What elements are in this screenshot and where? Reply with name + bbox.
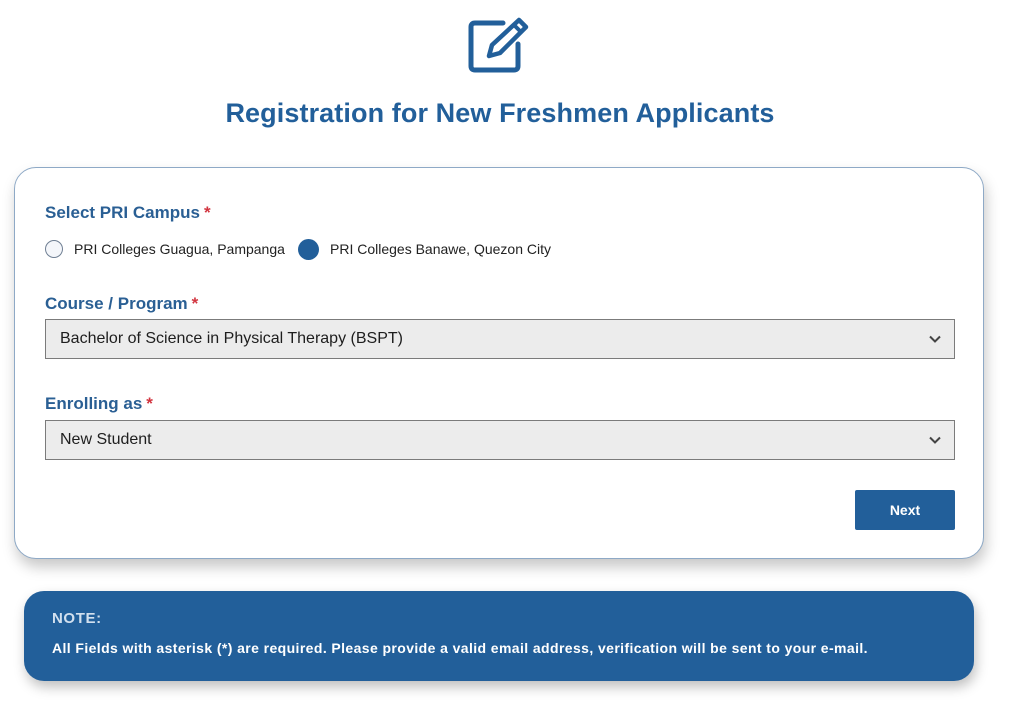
note-title: NOTE: xyxy=(52,610,102,627)
required-asterisk: * xyxy=(203,203,211,222)
course-label-text: Course / Program xyxy=(45,294,188,313)
next-button[interactable]: Next xyxy=(855,490,955,530)
note-text: All Fields with asterisk (*) are require… xyxy=(52,640,868,656)
page-title: Registration for New Freshmen Applicants xyxy=(225,98,775,128)
enrolling-label: Enrolling as * xyxy=(45,394,153,414)
course-select-value: Bachelor of Science in Physical Therapy … xyxy=(60,330,403,347)
enrolling-select[interactable]: New Student xyxy=(45,420,955,460)
campus-option-label: PRI Colleges Guagua, Pampanga xyxy=(74,241,285,257)
campus-label: Select PRI Campus * xyxy=(45,203,211,223)
campus-option-label: PRI Colleges Banawe, Quezon City xyxy=(330,241,551,257)
required-asterisk: * xyxy=(146,394,153,413)
note-box: NOTE: All Fields with asterisk (*) are r… xyxy=(24,591,974,681)
chevron-down-icon xyxy=(929,335,941,343)
enrolling-label-text: Enrolling as xyxy=(45,394,143,413)
radio-unchecked-icon[interactable] xyxy=(45,240,63,258)
chevron-down-icon xyxy=(929,436,941,444)
edit-icon xyxy=(467,16,531,74)
enrolling-select-value: New Student xyxy=(60,431,152,448)
course-select[interactable]: Bachelor of Science in Physical Therapy … xyxy=(45,319,955,359)
campus-label-text: Select PRI Campus xyxy=(45,203,200,222)
course-label: Course / Program * xyxy=(45,294,198,314)
required-asterisk: * xyxy=(191,294,199,313)
campus-option-banawe[interactable]: PRI Colleges Banawe, Quezon City xyxy=(298,238,551,260)
campus-option-guagua[interactable]: PRI Colleges Guagua, Pampanga xyxy=(45,239,285,259)
registration-form-card: Select PRI Campus * PRI Colleges Guagua, … xyxy=(14,167,984,559)
radio-checked-icon[interactable] xyxy=(298,238,319,260)
